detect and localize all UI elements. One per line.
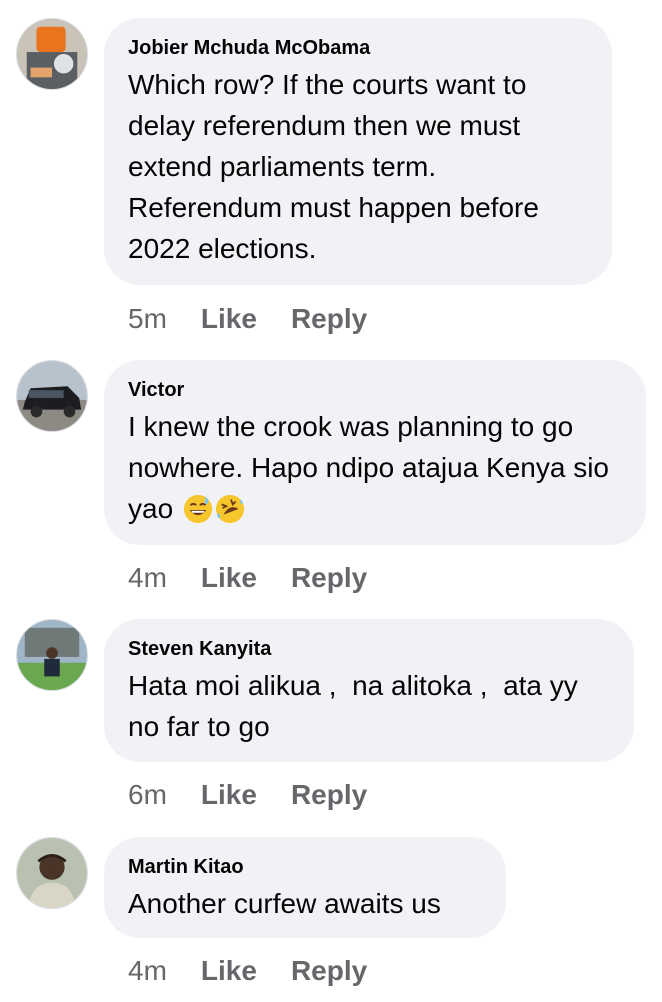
grinning-sweat-emoji-icon [184,494,213,524]
comment-text: I knew the crook was planning to go nowh… [128,406,622,529]
comment-bubble: Victor I knew the crook was planning to … [104,360,646,545]
comment-bubble: Jobier Mchuda McObama Which row? If the … [104,18,612,285]
comment-actions: 4m Like Reply [128,954,401,988]
like-button[interactable]: Like [201,562,257,594]
comment-actions: 4m Like Reply [128,561,401,595]
comment-author[interactable]: Steven Kanyita [128,637,610,661]
reply-button[interactable]: Reply [291,303,367,335]
avatar[interactable] [16,360,88,432]
comment-bubble: Martin Kitao Another curfew awaits us [104,837,506,938]
avatar-black-suv-icon [17,361,87,431]
avatar-man-lawn-icon [17,620,87,690]
like-button[interactable]: Like [201,303,257,335]
avatar[interactable] [16,619,88,691]
comment-author[interactable]: Victor [128,378,622,402]
rolling-laughing-emoji-icon [216,494,245,524]
comment-text: Another curfew awaits us [128,888,441,919]
comment-actions: 6m Like Reply [128,778,401,812]
comment-author[interactable]: Martin Kitao [128,855,482,879]
reply-button[interactable]: Reply [291,779,367,811]
comment-timestamp[interactable]: 4m [128,955,167,987]
comment-author[interactable]: Jobier Mchuda McObama [128,36,588,60]
comment-timestamp[interactable]: 5m [128,303,167,335]
comment-timestamp[interactable]: 4m [128,562,167,594]
avatar[interactable] [16,18,88,90]
like-button[interactable]: Like [201,955,257,987]
comment-text: Hata moi alikua , na alitoka , ata yy no… [128,670,586,742]
reply-button[interactable]: Reply [291,955,367,987]
avatar-man-portrait-icon [17,838,87,908]
like-button[interactable]: Like [201,779,257,811]
comment-text: Which row? If the courts want to delay r… [128,69,539,264]
comment-timestamp[interactable]: 6m [128,779,167,811]
reply-button[interactable]: Reply [291,562,367,594]
comment-actions: 5m Like Reply [128,302,401,336]
avatar-orange-figure-icon [17,19,87,89]
comment-bubble: Steven Kanyita Hata moi alikua , na alit… [104,619,634,762]
avatar[interactable] [16,837,88,909]
